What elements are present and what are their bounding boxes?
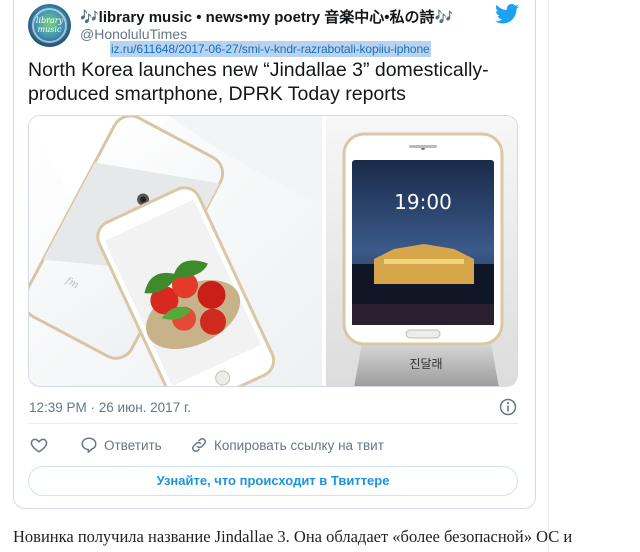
divider <box>28 423 518 424</box>
reply-icon <box>81 437 97 453</box>
like-button[interactable] <box>30 436 54 454</box>
media-photos: fm 진달래 19:00 <box>29 116 517 386</box>
reply-button[interactable]: Ответить <box>80 436 162 454</box>
display-name[interactable]: 🎶library music • news•my poetry 音楽中心•私の詩… <box>80 6 453 27</box>
phone-clock: 19:00 <box>394 190 452 214</box>
copy-link-button[interactable]: Копировать ссылку на твит <box>190 436 384 454</box>
avatar[interactable]: library music <box>28 4 71 47</box>
tweet-text: North Korea launches new “Jindallae 3” d… <box>28 59 489 105</box>
explore-twitter-button[interactable]: Узнайте, что происходит в Твиттере <box>28 466 518 496</box>
reply-label: Ответить <box>104 437 162 453</box>
heart-icon <box>30 438 48 453</box>
link-icon <box>191 437 207 453</box>
info-icon[interactable] <box>499 398 517 416</box>
dock-label: 진달래 <box>409 357 442 371</box>
copy-link-label: Копировать ссылку на твит <box>214 437 384 453</box>
twitter-bird-icon[interactable] <box>495 4 519 24</box>
tweet-media[interactable]: fm 진달래 19:00 <box>28 115 518 387</box>
article-link[interactable]: iz.ru/611648/2017-06-27/smi-v-kndr-razra… <box>110 41 431 57</box>
column-divider <box>548 0 549 552</box>
user-handle[interactable]: @HonoluluTimes <box>80 26 187 42</box>
article-text: Новинка получила название Jindallae 3. О… <box>13 527 573 546</box>
avatar-logo-text: library music <box>35 16 64 34</box>
tweet-timestamp[interactable]: 12:39 PM · 26 июн. 2017 г. <box>29 400 191 415</box>
